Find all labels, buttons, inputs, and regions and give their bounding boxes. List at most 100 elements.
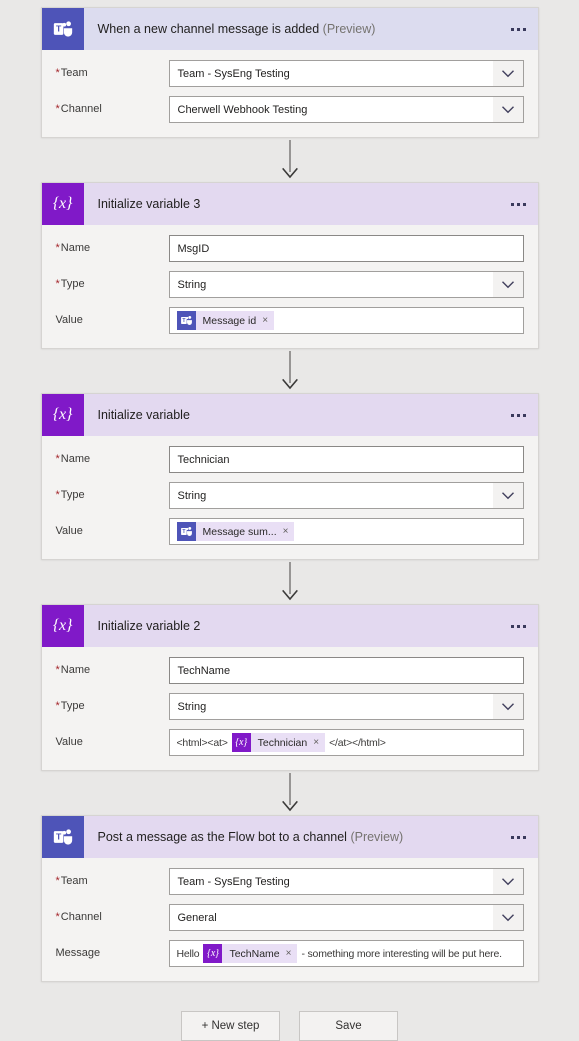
- save-button[interactable]: Save: [299, 1011, 398, 1041]
- dot: [516, 835, 520, 839]
- step-title: Initialize variable 2: [98, 619, 201, 633]
- ellipsis-icon[interactable]: [510, 605, 526, 647]
- step-card-body: *Team Team - SysEng Testing *Channel Cherwe…: [42, 50, 538, 137]
- text-input-name[interactable]: Technician: [168, 446, 524, 473]
- field-label-text: Message: [55, 947, 101, 959]
- text-input-name[interactable]: MsgID: [168, 235, 524, 262]
- microsoft-teams-icon: T: [176, 311, 196, 330]
- microsoft-teams-icon: T: [41, 816, 84, 858]
- chevron-down-icon[interactable]: [492, 869, 523, 894]
- variable-braces-icon: {x}: [41, 605, 84, 647]
- field-label-text: Value: [55, 736, 83, 748]
- field-value: String: [177, 278, 207, 291]
- variable-glyph: {x}: [207, 947, 219, 959]
- required-asterisk: *: [55, 453, 60, 465]
- field-label-text: Channel: [60, 911, 102, 923]
- token-input-value[interactable]: T Message sum... ×: [168, 518, 524, 545]
- step-title: Initialize variable 3: [98, 197, 201, 211]
- preview-badge: (Preview): [322, 22, 376, 36]
- ellipsis-icon[interactable]: [510, 8, 526, 50]
- chevron-down-icon[interactable]: [492, 694, 523, 719]
- field-label-text: Name: [60, 664, 91, 676]
- variable-braces-icon: {x}: [231, 733, 251, 752]
- dropdown-team[interactable]: Team - SysEng Testing: [168, 60, 524, 87]
- step-title: Initialize variable: [98, 408, 190, 422]
- required-asterisk: *: [55, 911, 60, 923]
- dropdown-type[interactable]: String: [168, 271, 524, 298]
- dynamic-content-token[interactable]: {x} TechName ×: [203, 944, 298, 963]
- token-remove-icon[interactable]: ×: [286, 948, 298, 959]
- chevron-down-icon[interactable]: [492, 61, 523, 86]
- field-label-text: Type: [60, 700, 85, 712]
- dropdown-type[interactable]: String: [168, 482, 524, 509]
- field-label-text: Type: [60, 489, 85, 501]
- field-value: Technician: [177, 453, 230, 466]
- field-label-message: Message: [56, 940, 169, 959]
- token-label: TechName: [229, 947, 280, 960]
- field-value: Team - SysEng Testing: [177, 875, 290, 888]
- field-label-value: Value: [56, 307, 169, 326]
- step-title: Post a message as the Flow bot to a chan…: [98, 830, 404, 844]
- flow-steps-list: T When a new channel message is added (Pr…: [0, 7, 579, 982]
- step-card-header[interactable]: {x} Initialize variable 2: [41, 605, 538, 647]
- dot: [516, 27, 520, 31]
- field-control: T Message sum... ×: [168, 518, 524, 545]
- token-input-value[interactable]: T Message id ×: [168, 307, 524, 334]
- ellipsis-icon[interactable]: [510, 816, 526, 858]
- step-card-header[interactable]: {x} Initialize variable: [41, 394, 538, 436]
- field-control: Cherwell Webhook Testing: [168, 96, 524, 123]
- field-control: <html><at> {x} Technician × </at></html>: [168, 729, 524, 756]
- dynamic-content-token[interactable]: {x} Technician ×: [231, 733, 326, 752]
- field-row: *Type String: [56, 271, 524, 298]
- required-asterisk: *: [55, 700, 60, 712]
- field-row: Value T Message id ×: [56, 307, 524, 334]
- dynamic-content-token[interactable]: T Message sum... ×: [176, 522, 295, 541]
- new-step-button[interactable]: + New step: [181, 1011, 280, 1041]
- dropdown-type[interactable]: String: [168, 693, 524, 720]
- static-text-segment: - something more interesting will be put…: [301, 947, 502, 960]
- field-row: *Channel Cherwell Webhook Testing: [56, 96, 524, 123]
- variable-glyph: {x}: [52, 406, 73, 423]
- text-input-name[interactable]: TechName: [168, 657, 524, 684]
- chevron-down-icon[interactable]: [492, 272, 523, 297]
- ellipsis-icon[interactable]: [510, 394, 526, 436]
- field-control: General: [168, 904, 524, 931]
- token-remove-icon[interactable]: ×: [262, 315, 274, 326]
- dropdown-channel[interactable]: Cherwell Webhook Testing: [168, 96, 524, 123]
- flow-designer-canvas: T When a new channel message is added (Pr…: [0, 0, 579, 1041]
- token-remove-icon[interactable]: ×: [313, 737, 325, 748]
- field-label-channel: *Channel: [56, 904, 169, 923]
- step-connector-arrow: [0, 349, 579, 393]
- step-connector-arrow: [0, 138, 579, 182]
- dropdown-team[interactable]: Team - SysEng Testing: [168, 868, 524, 895]
- static-text-segment: </at></html>: [329, 736, 386, 749]
- chevron-down-icon[interactable]: [492, 483, 523, 508]
- static-text-segment: <html><at>: [176, 736, 228, 749]
- dynamic-content-token[interactable]: T Message id ×: [176, 311, 275, 330]
- field-row: *Type String: [56, 693, 524, 720]
- token-input-message[interactable]: Hello {x} TechName × - something more intere…: [168, 940, 524, 967]
- field-control: Team - SysEng Testing: [168, 60, 524, 87]
- field-value: TechName: [177, 664, 231, 677]
- ellipsis-icon[interactable]: [510, 183, 526, 225]
- variable-glyph: {x}: [235, 736, 248, 748]
- field-row: *Name MsgID: [56, 235, 524, 262]
- token-input-value[interactable]: <html><at> {x} Technician × </at></html>: [168, 729, 524, 756]
- chevron-down-icon[interactable]: [492, 905, 523, 930]
- step-card-header[interactable]: {x} Initialize variable 3: [41, 183, 538, 225]
- flow-step-post-message-flow-bot: T Post a message as the Flow bot to a cha…: [40, 815, 539, 982]
- dot: [516, 202, 520, 206]
- field-label-text: Value: [55, 525, 83, 537]
- static-text-segment: Hello: [176, 947, 200, 960]
- step-card-header[interactable]: T When a new channel message is added (Pr…: [41, 8, 538, 50]
- dropdown-channel[interactable]: General: [168, 904, 524, 931]
- field-row: *Type String: [56, 482, 524, 509]
- step-card: T When a new channel message is added (Pr…: [40, 7, 539, 138]
- field-value: String: [177, 489, 207, 502]
- required-asterisk: *: [55, 242, 60, 254]
- field-row: *Channel General: [56, 904, 524, 931]
- token-remove-icon[interactable]: ×: [283, 526, 295, 537]
- field-control: T Message id ×: [168, 307, 524, 334]
- step-card-header[interactable]: T Post a message as the Flow bot to a cha…: [41, 816, 538, 858]
- chevron-down-icon[interactable]: [492, 97, 523, 122]
